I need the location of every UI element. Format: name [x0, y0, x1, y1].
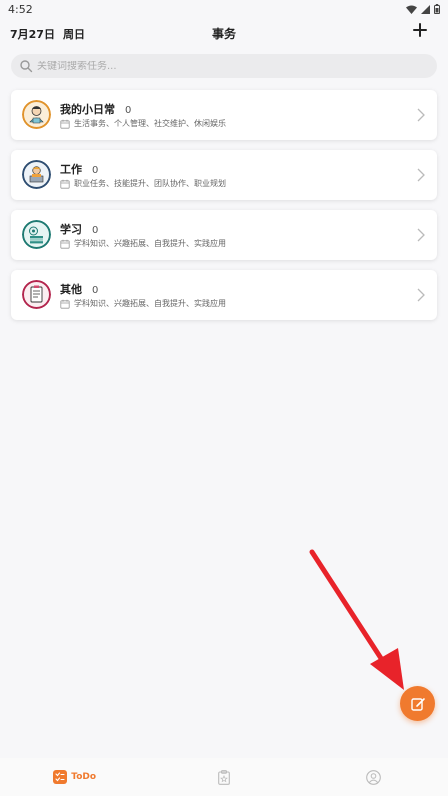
nav-profile[interactable] [299, 769, 448, 785]
clipboard-icon [218, 769, 230, 785]
category-name: 学习 0 [60, 223, 99, 236]
chevron-right-icon [417, 288, 425, 302]
search-bar[interactable] [11, 54, 437, 78]
calendar-icon [60, 239, 70, 249]
other-avatar-icon [22, 280, 51, 309]
category-name: 我的小日常 0 [60, 103, 132, 116]
search-icon [20, 60, 33, 73]
category-card-daily[interactable]: 我的小日常 0 生活事务、个人管理、社交维护、休闲娱乐 [11, 90, 437, 140]
annotation-arrow [309, 549, 404, 690]
study-avatar-icon [22, 220, 51, 249]
category-name: 其他 0 [60, 283, 99, 296]
calendar-icon [60, 299, 70, 309]
category-tags: 生活事务、个人管理、社交维护、休闲娱乐 [60, 118, 226, 129]
wifi-icon [406, 5, 417, 14]
calendar-icon [60, 119, 70, 129]
signal-icon [421, 4, 430, 14]
category-count: 0 [92, 165, 99, 176]
new-task-button[interactable] [400, 686, 435, 721]
category-card-other[interactable]: 其他 0 学科知识、兴趣拓展、自我提升、实践应用 [11, 270, 437, 320]
add-icon[interactable] [412, 22, 428, 38]
app-header: 7月27日 周日 事务 [0, 20, 448, 48]
category-tags: 学科知识、兴趣拓展、自我提升、实践应用 [60, 238, 226, 249]
edit-icon [410, 697, 425, 711]
status-time: 4:52 [8, 2, 33, 16]
category-count: 0 [92, 225, 99, 236]
chevron-right-icon [417, 108, 425, 122]
nav-todo-label: ToDo [71, 772, 97, 782]
nav-todo[interactable]: ToDo [0, 770, 149, 784]
chevron-right-icon [417, 228, 425, 242]
todo-icon [53, 770, 68, 784]
page-title: 事务 [211, 27, 236, 41]
status-icons [406, 4, 440, 14]
category-card-work[interactable]: 工作 0 职业任务、技能提升、团队协作、职业规划 [11, 150, 437, 200]
user-icon [365, 769, 381, 785]
nav-clipboard[interactable] [149, 769, 298, 785]
daily-avatar-icon [22, 100, 51, 129]
search-input[interactable] [37, 60, 417, 72]
category-card-study[interactable]: 学习 0 学科知识、兴趣拓展、自我提升、实践应用 [11, 210, 437, 260]
category-count: 0 [92, 285, 99, 296]
chevron-right-icon [417, 168, 425, 182]
calendar-icon [60, 179, 70, 189]
category-tags: 职业任务、技能提升、团队协作、职业规划 [60, 178, 226, 189]
status-bar: 4:52 [0, 0, 448, 18]
category-count: 0 [125, 105, 132, 116]
battery-icon [434, 4, 440, 14]
bottom-nav: ToDo [0, 758, 448, 796]
work-avatar-icon [22, 160, 51, 189]
category-tags: 学科知识、兴趣拓展、自我提升、实践应用 [60, 298, 226, 309]
category-name: 工作 0 [60, 163, 99, 176]
